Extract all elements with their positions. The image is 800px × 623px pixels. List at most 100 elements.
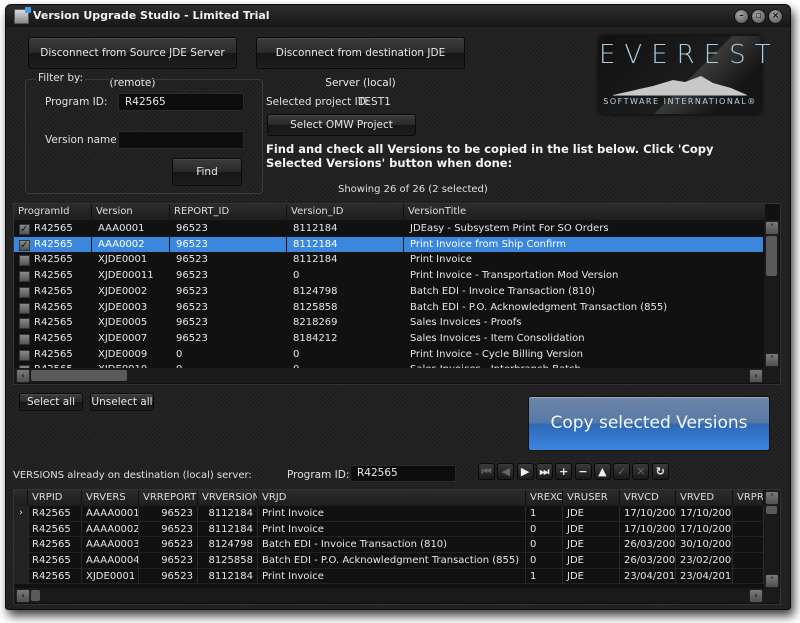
version-title-cell: Print Invoice from Ship Confirm xyxy=(404,236,763,253)
row-checkbox[interactable] xyxy=(19,318,30,330)
next-record-button[interactable]: ▶ xyxy=(516,463,534,480)
row-header[interactable] xyxy=(14,537,29,554)
row-header[interactable] xyxy=(14,553,29,569)
destination-program-id-input[interactable]: R42565 xyxy=(350,465,456,482)
source-horizontal-scrollbar[interactable]: ‹ › xyxy=(14,368,780,383)
version-title-cell: Print Invoice - Cycle Billing Version xyxy=(404,347,763,363)
table-row[interactable]: R42565 AAA0002 96523 8112184 Print Invoice f… xyxy=(14,236,764,253)
source-vertical-scrollbar[interactable]: ˄ ˅ xyxy=(764,220,779,368)
column-header-vrexcl[interactable]: VREXCL xyxy=(526,490,563,506)
cell-vrpro xyxy=(733,521,764,538)
delete-record-button[interactable]: − xyxy=(574,463,592,480)
table-row[interactable]: R42565 XJDE0001 96523 8112184 Print Invoice 1… xyxy=(14,568,764,585)
last-record-button[interactable]: ⏭ xyxy=(535,463,553,480)
table-row[interactable]: R42565 XJDE0002 96523 8124798 Batch EDI - In… xyxy=(14,284,764,300)
row-checkbox[interactable] xyxy=(19,222,30,237)
version-cell: XJDE0005 xyxy=(92,315,169,331)
column-header-vrversionid[interactable]: VRVERSIONID xyxy=(198,490,258,506)
copy-selected-versions-button[interactable]: Copy selected Versions xyxy=(528,396,770,451)
maximize-button[interactable]: ▫ xyxy=(751,9,766,24)
row-header[interactable] xyxy=(14,568,29,585)
find-button[interactable]: Find xyxy=(172,158,242,186)
scroll-thumb[interactable] xyxy=(766,236,777,276)
column-header-vrvers[interactable]: VRVERS xyxy=(82,490,139,506)
column-header-programid[interactable]: ProgramId xyxy=(14,204,92,220)
minimize-button[interactable]: – xyxy=(734,9,749,24)
table-row[interactable]: R42565 AAA0001 96523 8112184 JDEasy - Subsys… xyxy=(14,221,764,237)
showing-status: Showing 26 of 26 (2 selected) xyxy=(338,184,488,195)
table-row[interactable]: R42565 XJDE0001 96523 8112184 Print Invoice xyxy=(14,252,764,268)
cell-vrvers: AAAA0001 xyxy=(82,506,139,522)
column-header-vrvcd[interactable]: VRVCD xyxy=(620,490,676,506)
cell-vruser: JDE xyxy=(563,568,620,585)
row-checkbox[interactable] xyxy=(19,349,30,361)
table-row[interactable]: R42565 XJDE0007 96523 8184212 Sales Invoices… xyxy=(14,331,764,347)
post-record-button[interactable]: ✓ xyxy=(613,463,631,480)
unselect-all-button[interactable]: Unselect all xyxy=(90,393,154,411)
disconnect-source-button[interactable]: Disconnect from Source JDE Server (remot… xyxy=(28,37,237,89)
row-header[interactable] xyxy=(14,521,29,538)
row-checkbox[interactable] xyxy=(19,238,30,252)
prev-record-button[interactable]: ◀ xyxy=(497,463,515,480)
cancel-record-button[interactable]: ✕ xyxy=(632,463,650,480)
version-name-input[interactable] xyxy=(118,131,244,149)
column-header-version-title[interactable]: VersionTitle xyxy=(404,204,766,220)
close-button[interactable]: × xyxy=(768,9,783,24)
edit-record-button[interactable]: ▲ xyxy=(593,463,611,480)
current-row-indicator[interactable]: › xyxy=(14,506,29,522)
program-id-input[interactable]: R42565 xyxy=(118,93,244,111)
table-row[interactable]: R42565 AAAA0002 96523 8112184 Print Invoice 0… xyxy=(14,521,764,538)
row-checkbox[interactable] xyxy=(19,271,30,283)
column-header-vrreportid[interactable]: VRREPORTID xyxy=(139,490,198,506)
table-row[interactable]: › R42565 AAAA0001 96523 8112184 Print Invoice… xyxy=(14,506,764,522)
scroll-left-button[interactable]: ‹ xyxy=(16,589,30,603)
column-header-vrpro[interactable]: VRPRO xyxy=(733,490,764,506)
window-title: Version Upgrade Studio - Limited Trial xyxy=(33,9,270,22)
cell-vrvers: AAAA0002 xyxy=(82,521,139,538)
first-record-button[interactable]: ⏮ xyxy=(478,463,495,480)
row-checkbox[interactable] xyxy=(19,255,30,267)
dest-vertical-scrollbar[interactable]: ˄ ˅ xyxy=(764,490,779,588)
refresh-button[interactable]: ↻ xyxy=(651,463,669,480)
h-scroll-thumb[interactable] xyxy=(31,370,127,381)
cell-text: R42565 xyxy=(34,223,73,234)
add-record-button[interactable]: + xyxy=(555,463,573,480)
disconnect-destination-button[interactable]: Disconnect from destination JDE Server (… xyxy=(256,37,465,89)
column-header-version-id[interactable]: Version_ID xyxy=(287,204,404,220)
cell-vrjd: Print Invoice xyxy=(258,521,526,538)
h-scroll-thumb[interactable] xyxy=(31,590,40,601)
cell-text: R42565 xyxy=(34,301,73,313)
column-header-vrjd[interactable]: VRJD xyxy=(258,490,526,506)
table-row[interactable]: R42565 XJDE0009 0 0 Print Invoice - Cycle Bi… xyxy=(14,347,764,363)
cell-vrpid: R42565 xyxy=(28,568,82,585)
cell-vrexcl: 0 xyxy=(526,553,563,569)
title-bar[interactable]: Version Upgrade Studio - Limited Trial –… xyxy=(6,5,790,27)
select-omw-project-button[interactable]: Select OMW Project xyxy=(267,114,416,136)
column-header-vrved[interactable]: VRVED xyxy=(676,490,733,506)
column-header-report-id[interactable]: REPORT_ID xyxy=(170,204,287,220)
scroll-thumb[interactable] xyxy=(766,506,777,514)
cell-text: R42565 xyxy=(34,348,73,360)
scroll-up-button[interactable]: ˄ xyxy=(765,221,779,235)
row-checkbox[interactable] xyxy=(19,333,30,345)
scroll-up-button[interactable]: ˄ xyxy=(765,491,779,505)
source-versions-grid: ProgramId Version REPORT_ID Version_ID V… xyxy=(13,203,781,385)
column-header-vruser[interactable]: VRUSER xyxy=(563,490,620,506)
column-header-version[interactable]: Version xyxy=(92,204,170,220)
scroll-right-button[interactable]: › xyxy=(749,369,763,383)
scroll-right-button[interactable]: › xyxy=(749,589,763,603)
table-row[interactable]: R42565 XJDE0005 96523 8218269 Sales Invoices… xyxy=(14,315,764,331)
scroll-down-button[interactable]: ˅ xyxy=(765,574,779,588)
table-row[interactable]: R42565 AAAA0003 96523 8124798 Batch EDI - In… xyxy=(14,537,764,554)
table-row[interactable]: R42565 XJDE00011 96523 0 Print Invoice - Tra… xyxy=(14,268,764,284)
scroll-down-button[interactable]: ˅ xyxy=(765,353,779,367)
row-checkbox[interactable] xyxy=(19,286,30,298)
refresh-icon: ↻ xyxy=(655,465,665,478)
dest-horizontal-scrollbar[interactable]: ‹ › xyxy=(14,588,780,603)
column-header-vrpid[interactable]: VRPID xyxy=(28,490,82,506)
scroll-left-button[interactable]: ‹ xyxy=(16,369,30,383)
table-row[interactable]: R42565 AAAA0004 96523 8125858 Batch EDI - P.… xyxy=(14,553,764,569)
table-row[interactable]: R42565 XJDE0003 96523 8125858 Batch EDI - P.… xyxy=(14,300,764,316)
row-checkbox[interactable] xyxy=(19,302,30,314)
select-all-button[interactable]: Select all xyxy=(19,393,83,411)
